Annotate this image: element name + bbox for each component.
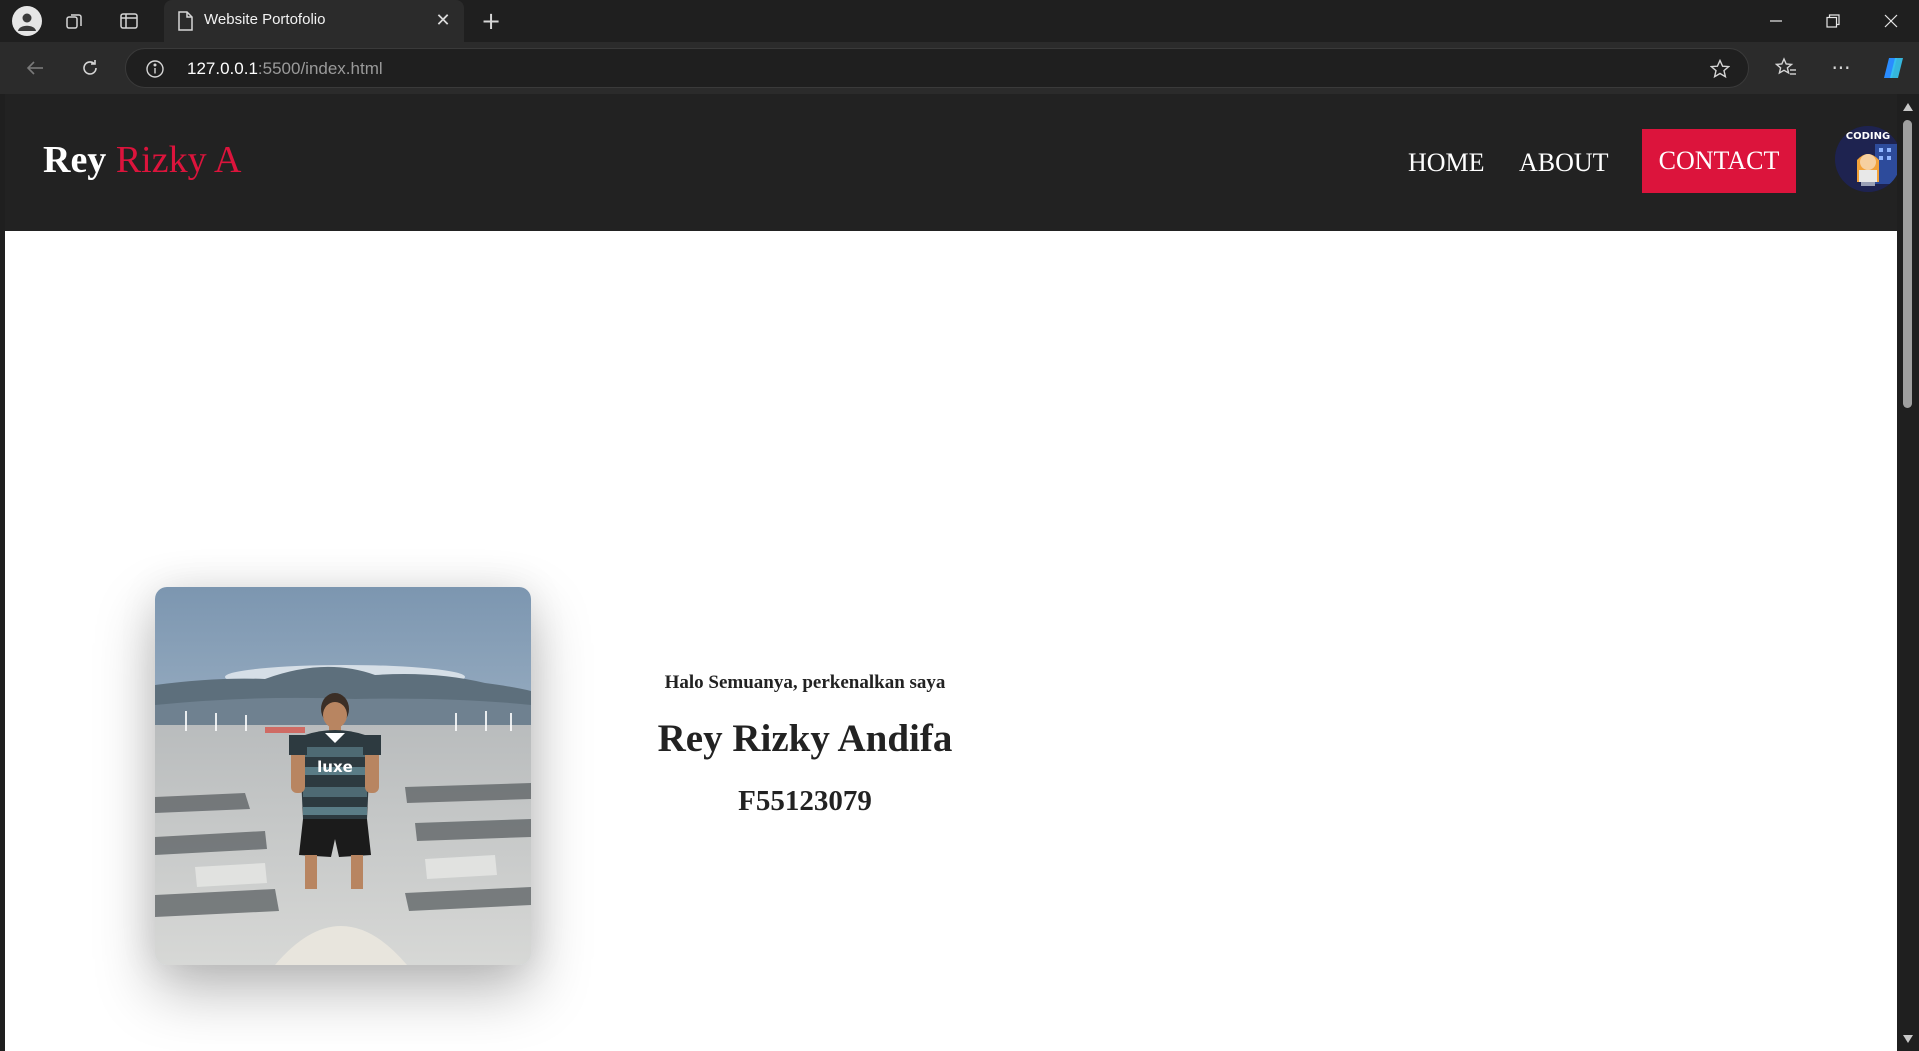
- page-scrollbar[interactable]: [1897, 94, 1919, 1051]
- logo-rest-name: Rizky A: [115, 139, 242, 181]
- nav-about-link[interactable]: ABOUT: [1519, 148, 1609, 178]
- close-icon[interactable]: ✕: [432, 10, 454, 32]
- workspaces-icon[interactable]: [62, 8, 88, 34]
- site-info-icon[interactable]: [144, 58, 166, 80]
- tab-actions-icon[interactable]: [116, 8, 142, 34]
- profile-icon[interactable]: [12, 6, 42, 36]
- shirt-print: luxe: [317, 758, 353, 776]
- hero-name: Rey Rizky Andifa: [657, 717, 953, 760]
- favorites-icon[interactable]: [1773, 55, 1799, 81]
- tab-title: Website Portofolio: [204, 11, 326, 28]
- back-icon[interactable]: [22, 55, 48, 81]
- page-icon: [176, 11, 194, 31]
- site-header: Rey Rizky A HOME ABOUT CONTACT CODING: [5, 94, 1897, 231]
- address-bar[interactable]: 127.0.0.1:5500/index.html: [125, 48, 1749, 88]
- site-logo[interactable]: Rey Rizky A: [43, 138, 241, 182]
- favorite-star-icon[interactable]: [1709, 58, 1731, 80]
- avatar: CODING: [1835, 126, 1897, 192]
- url-text[interactable]: 127.0.0.1:5500/index.html: [187, 59, 383, 79]
- reload-icon[interactable]: [77, 55, 103, 81]
- scroll-down-icon[interactable]: [1902, 1034, 1914, 1044]
- copilot-icon[interactable]: [1880, 54, 1908, 82]
- close-window-icon[interactable]: [1863, 0, 1919, 42]
- hero-student-id: F55123079: [738, 785, 872, 817]
- browser-tab-strip: Website Portofolio ✕ +: [0, 0, 1919, 42]
- nav-home-link[interactable]: HOME: [1408, 148, 1485, 178]
- restore-icon[interactable]: [1805, 0, 1861, 42]
- tab-website-portofolio[interactable]: Website Portofolio ✕: [164, 0, 464, 42]
- more-icon[interactable]: ···: [1828, 55, 1854, 81]
- scroll-up-icon[interactable]: [1902, 102, 1914, 112]
- page-viewport: Rey Rizky A HOME ABOUT CONTACT CODING lu…: [5, 94, 1897, 1051]
- nav-contact-button[interactable]: CONTACT: [1642, 129, 1796, 193]
- profile-photo: luxe: [155, 587, 531, 965]
- browser-toolbar: 127.0.0.1:5500/index.html ···: [0, 42, 1919, 94]
- new-tab-icon[interactable]: +: [478, 7, 504, 35]
- logo-first-name: Rey: [43, 139, 107, 181]
- minimize-icon[interactable]: [1748, 0, 1804, 42]
- avatar-caption: CODING: [1846, 131, 1890, 142]
- scroll-thumb[interactable]: [1903, 120, 1912, 408]
- hero-greeting: Halo Semuanya, perkenalkan saya: [664, 672, 946, 693]
